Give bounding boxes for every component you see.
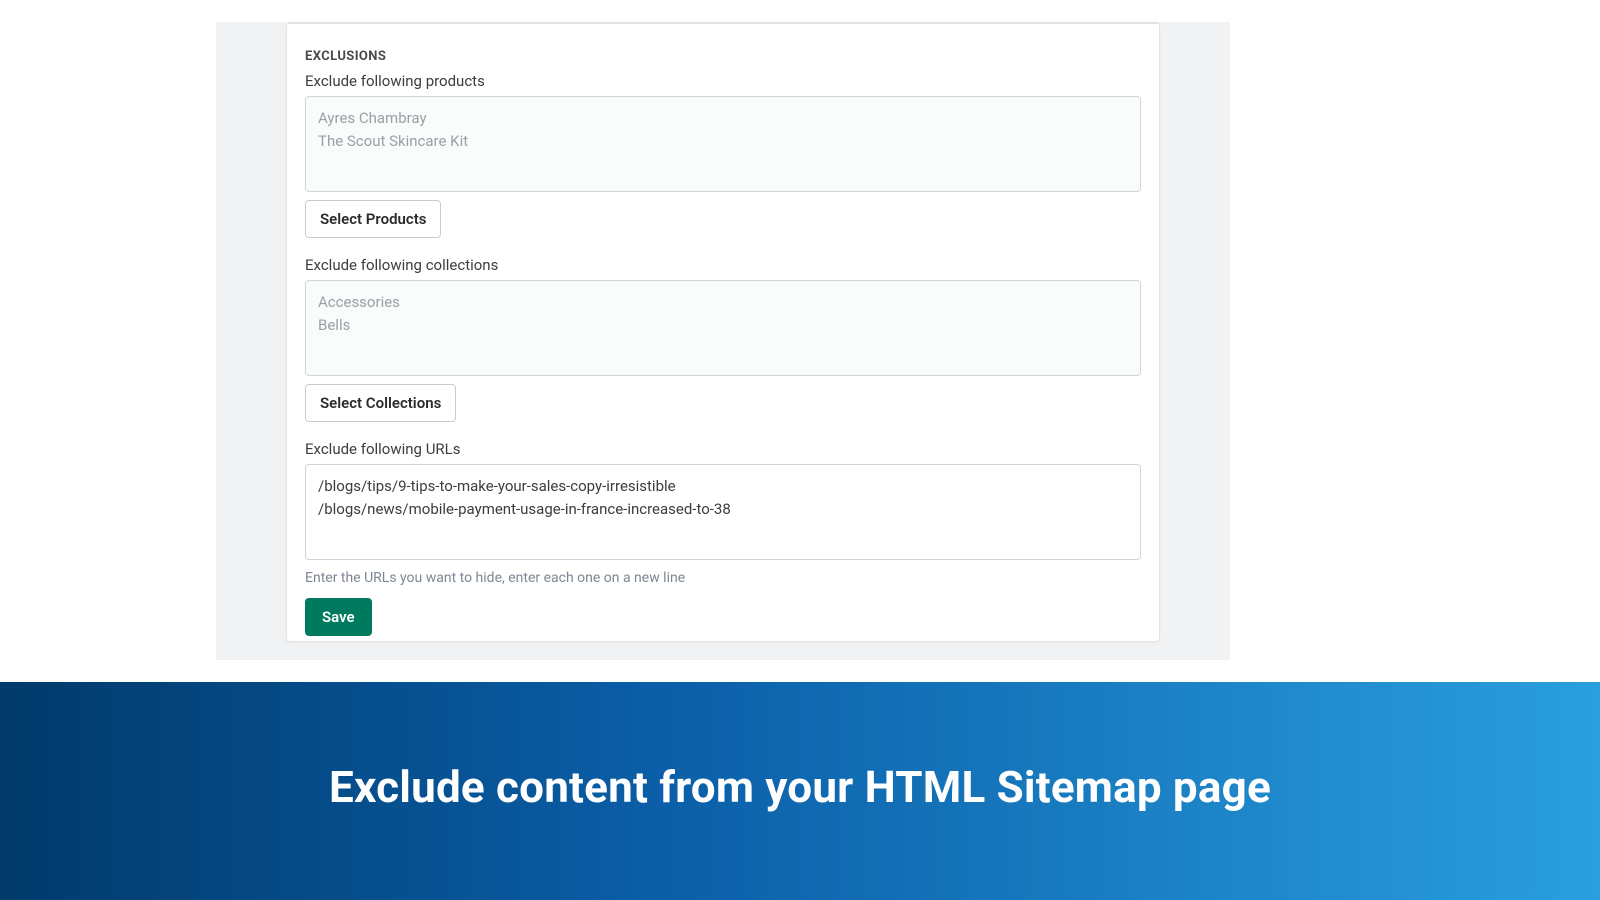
urls-textarea[interactable]: /blogs/tips/9-tips-to-make-your-sales-co… <box>305 464 1141 560</box>
exclusions-card: EXCLUSIONS Exclude following products Ay… <box>286 22 1160 642</box>
select-collections-button[interactable]: Select Collections <box>305 384 456 422</box>
collection-item: Accessories <box>318 291 1128 314</box>
urls-help-text: Enter the URLs you want to hide, enter e… <box>305 570 1141 586</box>
banner-headline: Exclude content from your HTML Sitemap p… <box>329 761 1271 813</box>
settings-panel: EXCLUSIONS Exclude following products Ay… <box>216 22 1230 660</box>
urls-label: Exclude following URLs <box>305 440 1141 458</box>
collection-item: Bells <box>318 314 1128 337</box>
select-products-button[interactable]: Select Products <box>305 200 441 238</box>
products-selected-box[interactable]: Ayres Chambray The Scout Skincare Kit <box>305 96 1141 192</box>
section-title: EXCLUSIONS <box>305 49 1141 64</box>
collections-label: Exclude following collections <box>305 256 1141 274</box>
collections-selected-box[interactable]: Accessories Bells <box>305 280 1141 376</box>
product-item: Ayres Chambray <box>318 107 1128 130</box>
product-item: The Scout Skincare Kit <box>318 130 1128 153</box>
marketing-banner: Exclude content from your HTML Sitemap p… <box>0 682 1600 900</box>
url-item: /blogs/news/mobile-payment-usage-in-fran… <box>318 498 1128 521</box>
products-label: Exclude following products <box>305 72 1141 90</box>
url-item: /blogs/tips/9-tips-to-make-your-sales-co… <box>318 475 1128 498</box>
save-button[interactable]: Save <box>305 598 372 636</box>
